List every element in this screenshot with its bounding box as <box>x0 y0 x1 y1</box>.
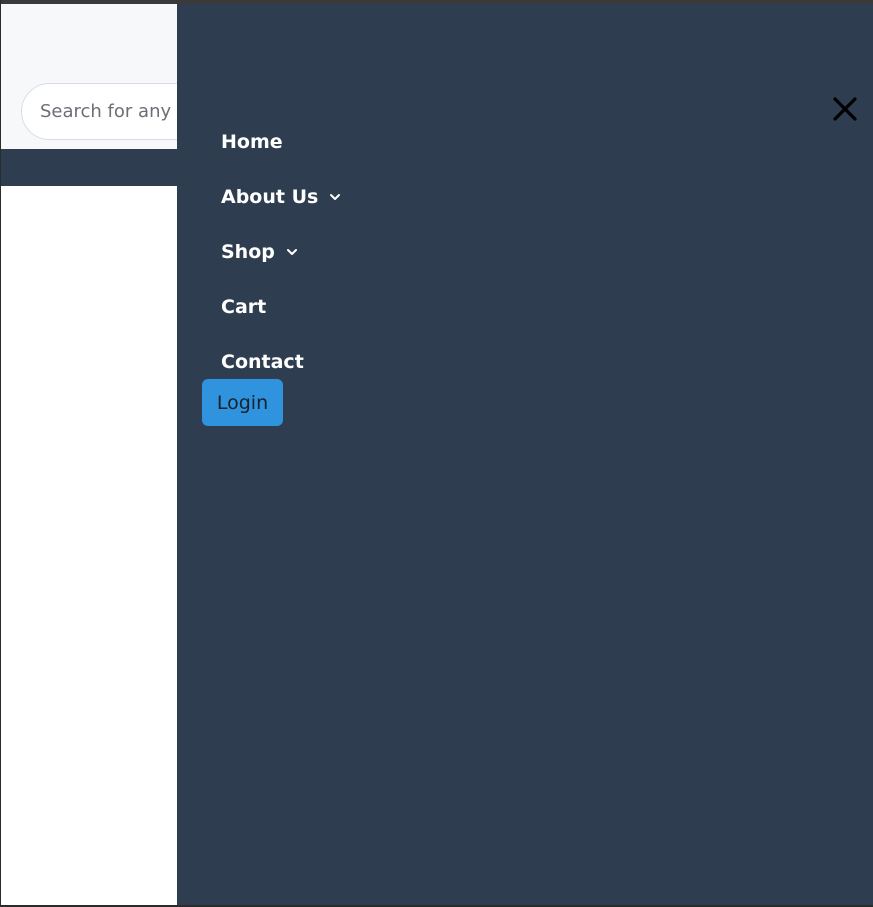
menu-item-cart[interactable]: Cart <box>221 279 342 334</box>
login-button[interactable]: Login <box>202 379 283 426</box>
chevron-down-icon <box>328 190 342 204</box>
menu-item-label: Home <box>221 130 283 153</box>
menu-item-label: Contact <box>221 350 304 373</box>
chevron-down-icon <box>285 245 299 259</box>
drawer-menu: Home About Us Shop Cart Contact <box>221 114 342 389</box>
close-icon <box>833 97 857 121</box>
close-drawer-button[interactable] <box>830 92 860 126</box>
menu-item-about-us[interactable]: About Us <box>221 169 342 224</box>
menu-item-home[interactable]: Home <box>221 114 342 169</box>
menu-item-label: About Us <box>221 185 319 208</box>
menu-item-label: Cart <box>221 295 267 318</box>
menu-item-label: Shop <box>221 240 275 263</box>
menu-item-shop[interactable]: Shop <box>221 224 342 279</box>
mobile-nav-drawer: Home About Us Shop Cart Contact Login <box>177 4 873 905</box>
page: Home About Us Shop Cart <box>0 0 873 907</box>
